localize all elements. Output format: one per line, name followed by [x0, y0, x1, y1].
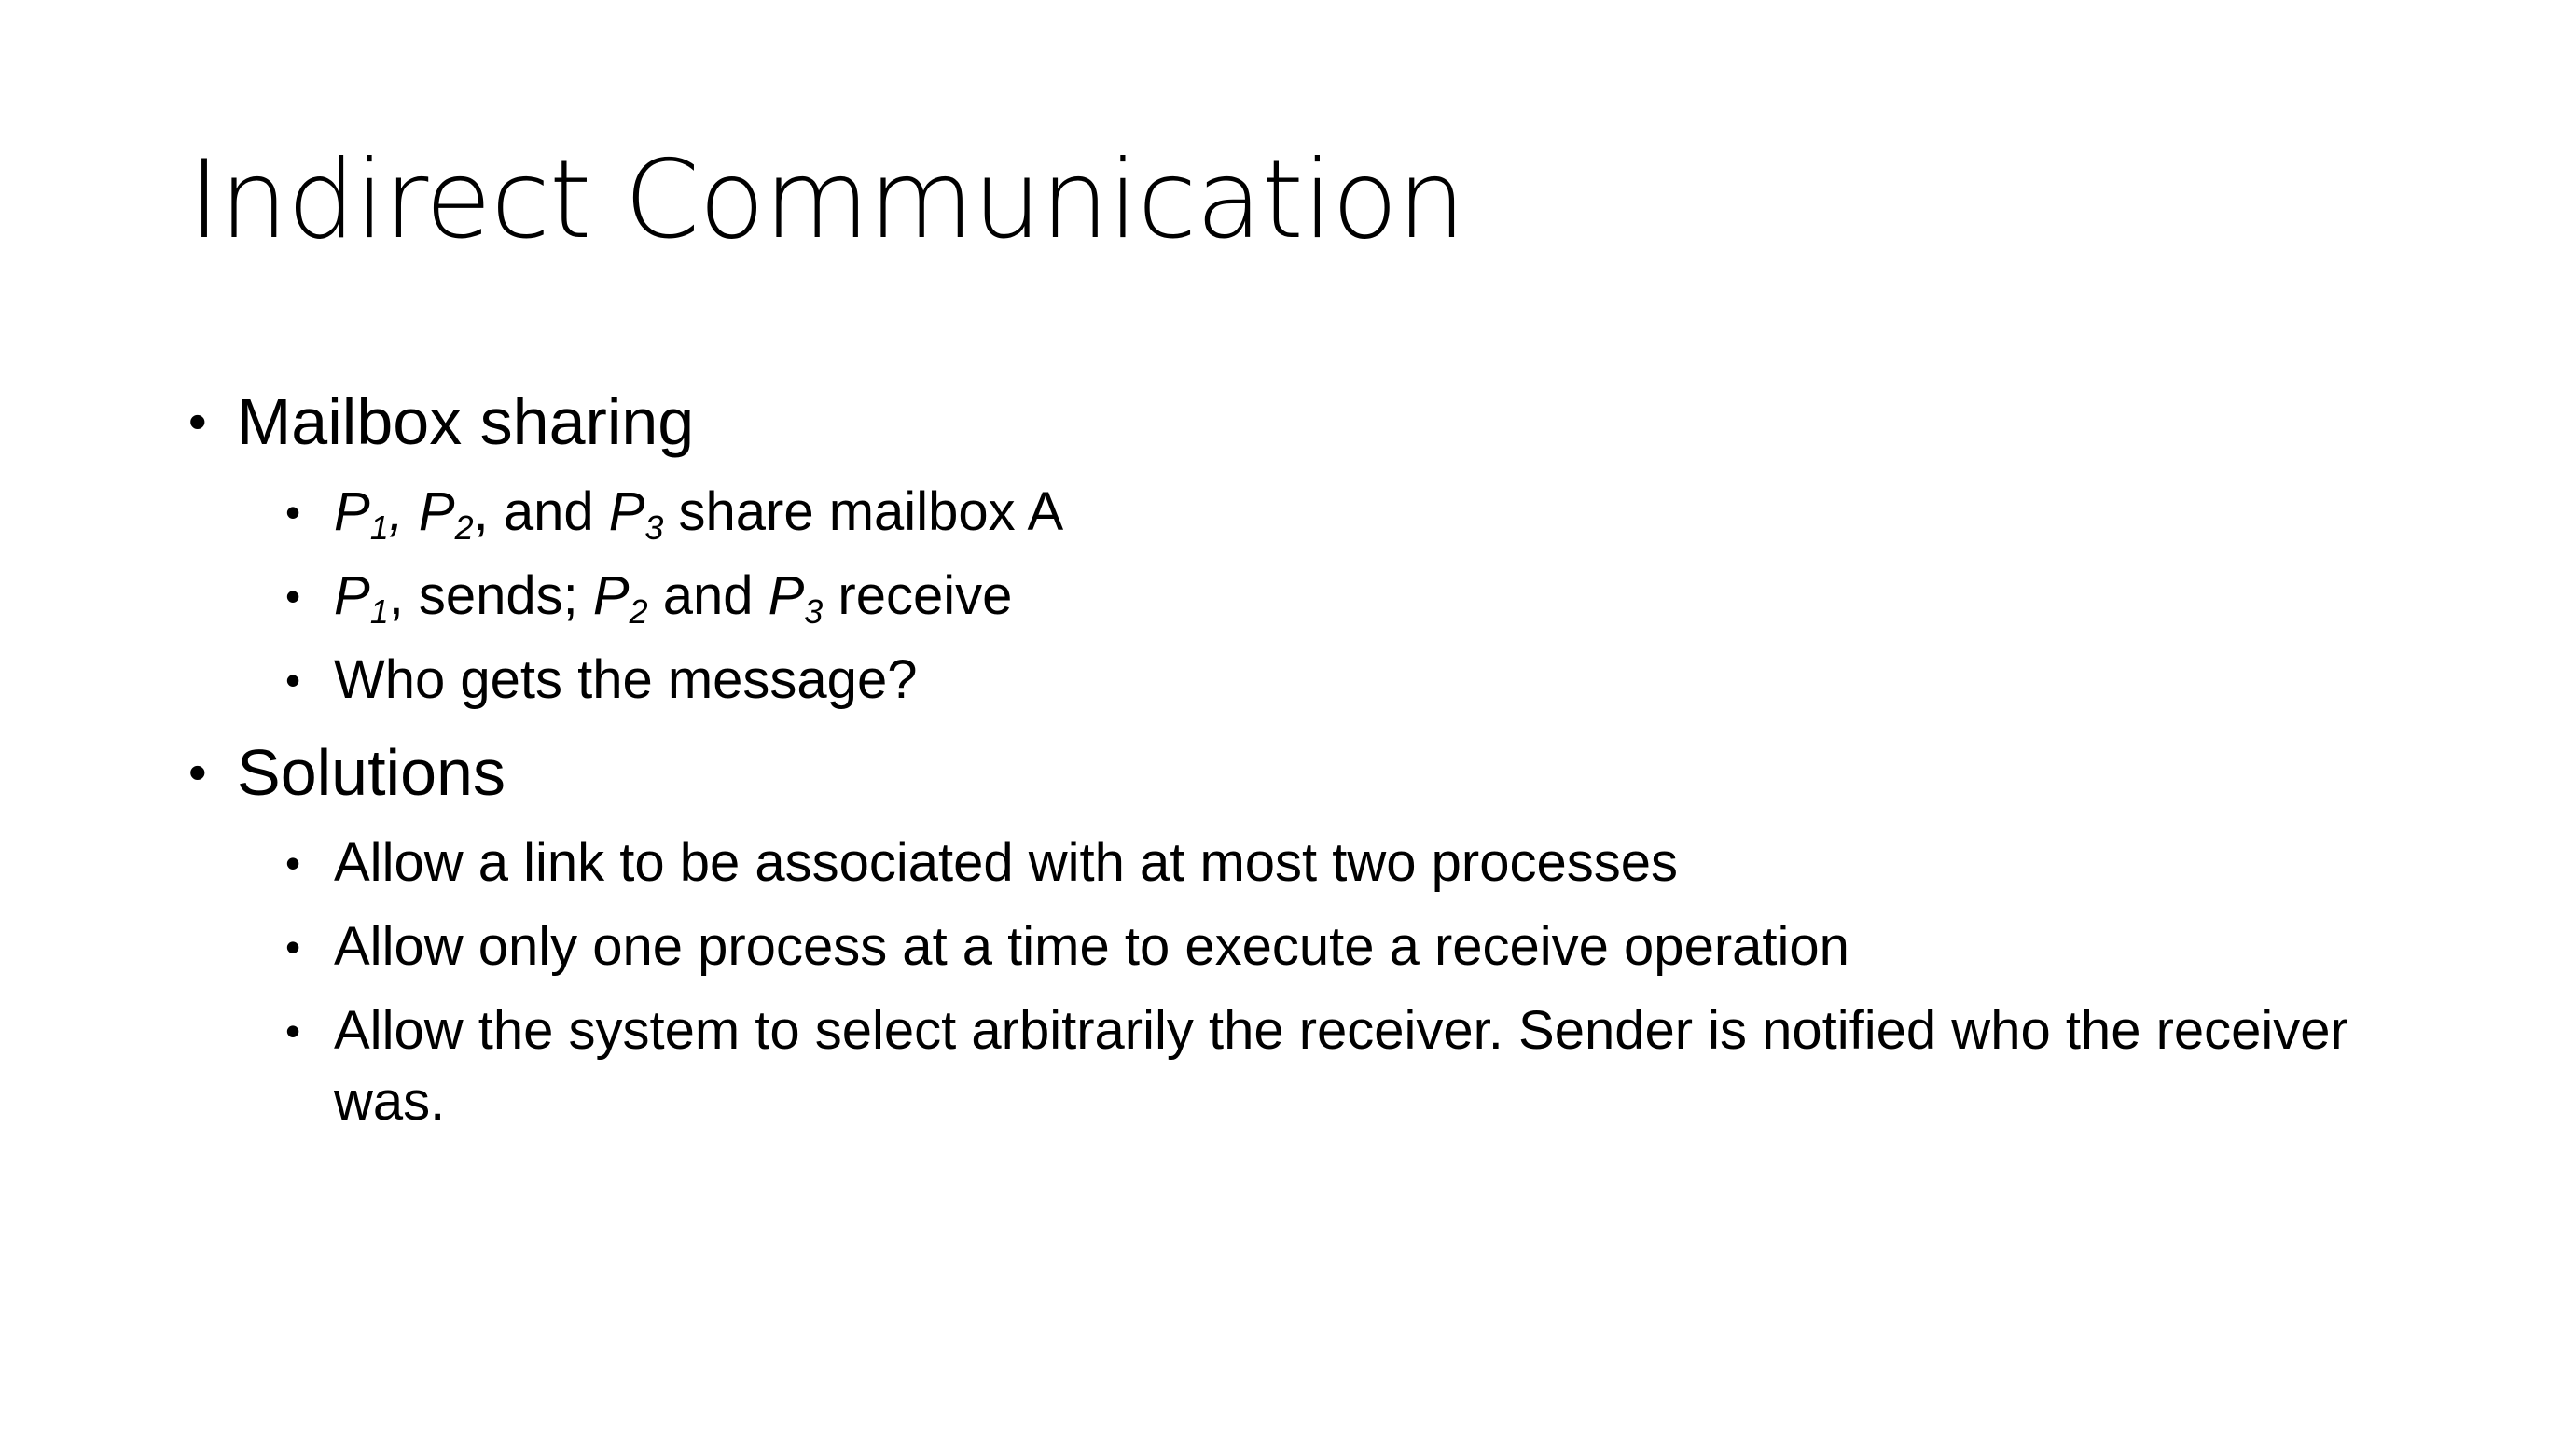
sub-bullet-share-mailbox: • P1, P2, and P3 share mailbox A [285, 470, 2445, 554]
bullet-icon: • [285, 1007, 301, 1055]
bullet-icon: • [285, 656, 301, 704]
sub-bullet-text: Who gets the message? [334, 649, 918, 710]
sub-bullet-text: , and [473, 481, 609, 542]
sub-bullet-text: share mailbox A [663, 481, 1064, 542]
sub-bullet-link-two-processes: • Allow a link to be associated with at … [285, 821, 2445, 905]
sub-bullet-text: , sends; [388, 565, 593, 626]
bullet-icon: • [188, 743, 207, 801]
slide-title: Indirect Communication [188, 137, 1466, 263]
process-var: P3 [768, 565, 824, 632]
sub-bullet-text: Allow a link to be associated with at mo… [334, 832, 1678, 893]
process-var: P1 [334, 565, 389, 632]
process-var: P1 [334, 481, 389, 548]
bullet-solutions: • Solutions [188, 724, 2445, 821]
bullet-heading: Solutions [237, 736, 506, 809]
sub-bullet-text: Allow only one process at a time to exec… [334, 916, 1849, 977]
solutions-list: • Allow a link to be associated with at … [188, 821, 2445, 1137]
process-var: P3 [608, 481, 664, 548]
bullet-heading: Mailbox sharing [237, 385, 695, 458]
bullet-icon: • [285, 839, 301, 887]
bullet-mailbox-sharing: • Mailbox sharing [188, 373, 2445, 470]
process-var: P2 [418, 481, 474, 548]
sub-bullet-send-receive: • P1, sends; P2 and P3 receive [285, 554, 2445, 638]
bullet-icon: • [285, 488, 301, 536]
bullet-icon: • [188, 392, 207, 451]
mailbox-sharing-list: • P1, P2, and P3 share mailbox A • P1, s… [188, 470, 2445, 722]
slide-body: • Mailbox sharing • P1, P2, and P3 share… [188, 373, 2445, 1139]
sub-bullet-text: receive [823, 565, 1013, 626]
sub-bullet-text: Allow the system to select arbitrarily t… [334, 1000, 2348, 1132]
sub-bullet-who-gets: • Who gets the message? [285, 638, 2445, 722]
bullet-icon: • [285, 923, 301, 971]
bullet-icon: • [285, 572, 301, 620]
sub-bullet-arbitrary-receiver: • Allow the system to select arbitrarily… [285, 989, 2445, 1137]
sub-bullet-one-receiver: • Allow only one process at a time to ex… [285, 905, 2445, 989]
sub-bullet-text: and [647, 565, 769, 626]
sub-bullet-text: , [388, 481, 419, 542]
process-var: P2 [592, 565, 648, 632]
